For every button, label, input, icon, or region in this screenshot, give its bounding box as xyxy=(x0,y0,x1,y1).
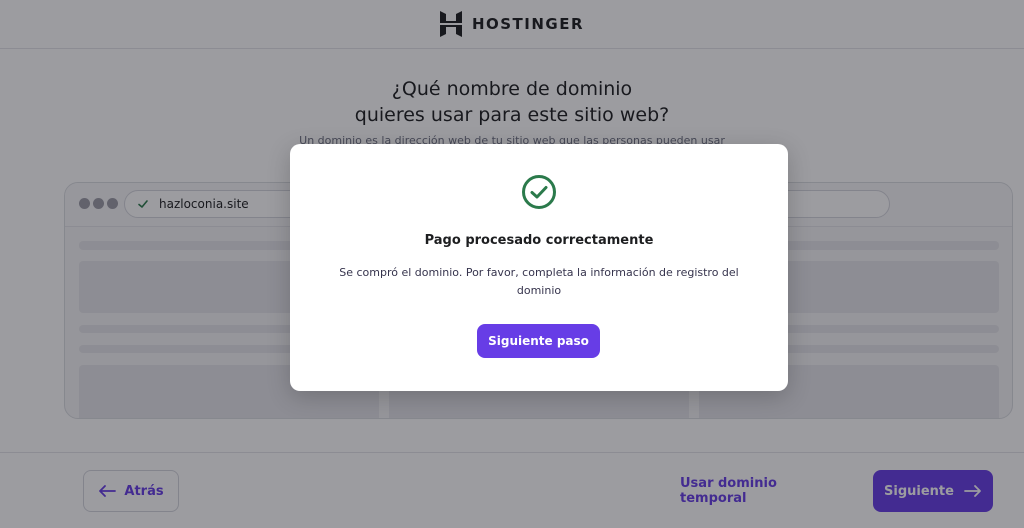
check-circle-icon xyxy=(522,175,556,209)
next-step-button[interactable]: Siguiente paso xyxy=(477,324,600,358)
dialog-message: Se compró el dominio. Por favor, complet… xyxy=(339,266,739,297)
payment-success-dialog: Pago procesado correctamente Se compró e… xyxy=(290,144,788,391)
dialog-title: Pago procesado correctamente xyxy=(424,233,654,248)
